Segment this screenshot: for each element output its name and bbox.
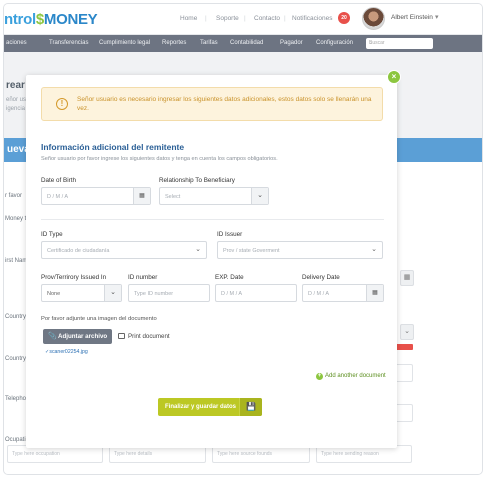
save-button[interactable]: Finalizar y guardar datos 💾 — [158, 398, 262, 416]
nav-item-accounting[interactable]: Contabilidad — [230, 40, 263, 46]
brand-text-1: ntrol — [4, 11, 36, 28]
id-issuer-select[interactable]: Prov / state Goverment ⌄ — [217, 241, 383, 259]
id-issuer-placeholder: Prov / state Goverment — [223, 247, 280, 254]
background-label: Money t — [5, 216, 27, 222]
attach-file-label: Adjuntar archivo — [58, 333, 108, 340]
chevron-down-icon: ⌄ — [251, 188, 268, 204]
background-label: Country — [5, 356, 27, 362]
nav-item-payer[interactable]: Pagador — [280, 40, 303, 46]
exp-date-input[interactable]: D / M / A — [215, 284, 297, 302]
paperclip-icon: 📎 — [48, 333, 57, 340]
nav-item-operations[interactable]: aciones — [6, 40, 27, 46]
printer-icon — [118, 333, 125, 339]
details-placeholder: Type here details — [114, 451, 153, 457]
id-type-placeholder: Certificado de ciudadanía — [47, 247, 110, 254]
brand-dollar: $ — [35, 11, 44, 28]
plus-icon: + — [316, 373, 323, 380]
calendar-icon[interactable]: ▦ — [366, 285, 383, 301]
nav-support-link[interactable]: Soporte — [216, 15, 239, 22]
exp-date-label: EXP. Date — [215, 274, 244, 281]
notification-count-badge[interactable]: 20 — [338, 12, 350, 24]
attached-file-name: scaner02254.jpg — [49, 349, 88, 355]
dob-label: Date of Birth — [41, 177, 76, 184]
chevron-down-icon[interactable]: ⌄ — [400, 324, 414, 340]
warning-alert: ! Señor usuario es necesario ingresar lo… — [41, 87, 383, 121]
background-subtitle-2: igencia — [6, 106, 26, 112]
nav-item-settings[interactable]: Configuración — [316, 40, 353, 46]
background-label: r favor — [5, 193, 23, 199]
chevron-down-icon: ⌄ — [104, 285, 121, 301]
app-window: ntrol$MONEY Home | Soporte | Contacto | … — [3, 3, 483, 475]
chevron-down-icon: ⌄ — [369, 40, 374, 46]
background-subtitle-1: eñor us — [6, 97, 27, 103]
warning-icon: ! — [56, 98, 68, 110]
user-name[interactable]: Albert Einstein — [391, 14, 433, 21]
add-document-link[interactable]: + Add another document — [316, 373, 386, 380]
nav-notifications-link[interactable]: Notificaciones — [292, 15, 332, 22]
background-label: irst Nam — [5, 258, 28, 264]
chevron-down-icon: ⌄ — [195, 246, 201, 253]
attached-file-link[interactable]: ✓scaner02254.jpg — [45, 349, 88, 355]
calendar-icon[interactable]: ▦ — [400, 270, 414, 286]
id-number-label: ID number — [128, 274, 158, 281]
section-subtitle: Señor usuario por favor ingrese los sigu… — [41, 156, 278, 162]
nav-separator: | — [244, 15, 246, 22]
background-label: Ocupati — [5, 437, 26, 443]
relationship-placeholder: Select — [165, 193, 181, 200]
search-input[interactable]: Buscar ⌄ — [366, 38, 433, 49]
divider — [41, 219, 384, 220]
background-label: Telepho — [5, 396, 27, 402]
sending-reason-placeholder: Type here sending reason — [321, 451, 379, 457]
print-document-link[interactable]: Print document — [118, 333, 170, 340]
dob-field[interactable]: D / M / A ▦ — [41, 187, 151, 205]
relationship-label: Relationship To Beneficiary — [159, 177, 235, 184]
nav-item-reports[interactable]: Reportes — [162, 40, 186, 46]
additional-info-modal: ! Señor usuario es necesario ingresar lo… — [26, 75, 397, 448]
nav-contact-link[interactable]: Contacto — [254, 15, 280, 22]
attach-file-button[interactable]: 📎 Adjuntar archivo — [43, 329, 112, 344]
id-type-label: ID Type — [41, 231, 63, 238]
background-page-title: rear — [6, 80, 25, 91]
close-icon[interactable]: × — [388, 71, 400, 83]
brand-text-2: MONEY — [43, 11, 98, 28]
id-number-input[interactable]: Type ID number — [128, 284, 210, 302]
dob-placeholder: D / M / A — [47, 193, 69, 200]
source-funds-placeholder: Type here source founds — [217, 451, 273, 457]
background-label: Country — [5, 314, 27, 320]
save-button-label: Finalizar y guardar datos — [165, 403, 237, 410]
province-select[interactable]: None ⌄ — [41, 284, 122, 302]
province-label: Prov/Terrirory Issued In — [41, 274, 107, 281]
main-navigation: aciones Transferencias Cumplimiento lega… — [4, 35, 482, 52]
user-avatar[interactable] — [362, 7, 385, 30]
add-document-label: Add another document — [325, 373, 386, 379]
delivery-date-placeholder: D / M / A — [308, 290, 330, 297]
occupation-placeholder: Type here occupation — [12, 451, 60, 457]
brand-logo[interactable]: ntrol$MONEY — [4, 11, 98, 28]
nav-item-fees[interactable]: Tarifas — [200, 40, 218, 46]
save-icon: 💾 — [239, 398, 262, 416]
section-title: Información adicional del remitente — [41, 142, 185, 152]
nav-item-transfers[interactable]: Transferencias — [49, 40, 88, 46]
id-type-select[interactable]: Certificado de ciudadanía ⌄ — [41, 241, 207, 259]
chevron-down-icon: ⌄ — [371, 246, 377, 253]
delivery-date-field[interactable]: D / M / A ▦ — [302, 284, 384, 302]
exp-date-placeholder: D / M / A — [221, 290, 243, 297]
nav-separator: | — [205, 15, 207, 22]
top-header: ntrol$MONEY Home | Soporte | Contacto | … — [4, 4, 482, 35]
id-number-placeholder: Type ID number — [134, 290, 174, 297]
delivery-date-label: Delivery Date — [302, 274, 340, 281]
attach-instructions: Por favor adjunte una imagen del documen… — [41, 316, 157, 322]
calendar-icon[interactable]: ▦ — [133, 188, 150, 204]
nav-home-link[interactable]: Home — [180, 15, 197, 22]
alert-message: Señor usuario es necesario ingresar los … — [77, 96, 372, 112]
chevron-down-icon[interactable]: ▾ — [435, 13, 439, 21]
nav-item-compliance[interactable]: Cumplimiento legal — [99, 40, 150, 46]
print-document-label: Print document — [128, 333, 170, 340]
nav-separator: | — [284, 15, 286, 22]
province-value: None — [47, 290, 61, 297]
id-issuer-label: ID Issuer — [217, 231, 243, 238]
relationship-select[interactable]: Select ⌄ — [159, 187, 269, 205]
